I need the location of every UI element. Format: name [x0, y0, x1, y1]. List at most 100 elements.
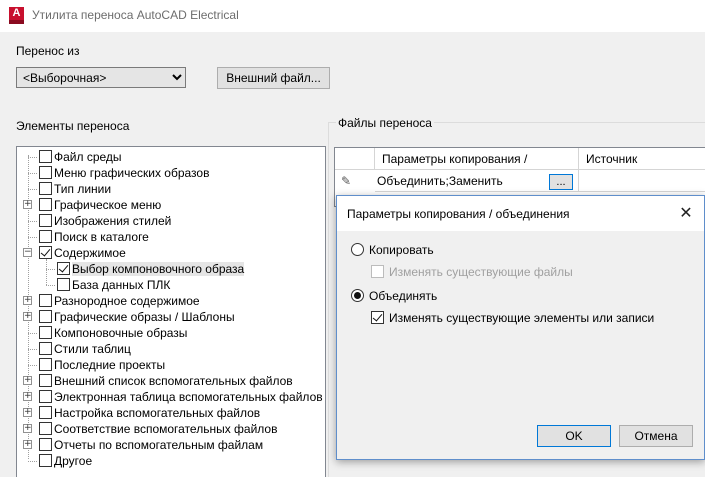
tree-item-checkbox[interactable]	[39, 182, 52, 195]
tree-item[interactable]: + Графические образы / Шаблоны	[17, 309, 317, 325]
transfer-files-label: Файлы переноса	[336, 116, 434, 130]
tree-item-checkbox[interactable]	[39, 438, 52, 451]
tree-connector	[28, 221, 37, 222]
copy-radio[interactable]	[351, 243, 364, 256]
change-existing-files-checkbox	[371, 265, 384, 278]
column-header-copy-params[interactable]: Параметры копирования /	[375, 148, 579, 170]
tree-item[interactable]: Поиск в каталоге	[17, 229, 317, 245]
tree-item-checkbox[interactable]	[39, 294, 52, 307]
tree-item[interactable]: + Графическое меню	[17, 197, 317, 213]
tree-item-label: Другое	[54, 454, 93, 468]
tree-connector	[28, 237, 37, 238]
expand-icon[interactable]: +	[23, 296, 32, 305]
tree-item[interactable]: Файл среды	[17, 149, 317, 165]
tree-connector	[28, 173, 37, 174]
expand-icon[interactable]: +	[23, 408, 32, 417]
ok-button[interactable]: OK	[537, 425, 611, 447]
tree-item[interactable]: Последние проекты	[17, 357, 317, 373]
expand-icon[interactable]: +	[23, 440, 32, 449]
expand-icon[interactable]: +	[23, 312, 32, 321]
tree-item[interactable]: Меню графических образов	[17, 165, 317, 181]
merge-radio-label: Объединять	[369, 289, 438, 303]
copy-params-cell[interactable]: Объединить;Заменить ...	[375, 170, 579, 192]
tree-item[interactable]: Стили таблиц	[17, 341, 317, 357]
tree-item-label: Внешний список вспомогательных файлов	[54, 374, 293, 388]
tree-item-checkbox[interactable]	[39, 246, 52, 259]
tree-item[interactable]: Выбор компоновочного образа	[17, 261, 317, 277]
cancel-button[interactable]: Отмена	[619, 425, 693, 447]
tree-item[interactable]: База данных ПЛК	[17, 277, 317, 293]
tree-item-checkbox[interactable]	[39, 230, 52, 243]
tree-connector	[28, 365, 37, 366]
tree-item-label: Меню графических образов	[54, 166, 210, 180]
tree-item[interactable]: Тип линии	[17, 181, 317, 197]
dialog-title-bar: Параметры копирования / объединения ✕	[337, 196, 704, 231]
tree-item-checkbox[interactable]	[39, 198, 52, 211]
transfer-from-select[interactable]: <Выборочная>	[16, 67, 186, 88]
dialog-title: Параметры копирования / объединения	[347, 207, 570, 221]
expand-icon[interactable]: +	[23, 376, 32, 385]
tree-item-label: Графические образы / Шаблоны	[54, 310, 235, 324]
tree-item-checkbox[interactable]	[39, 214, 52, 227]
tree-item[interactable]: + Электронная таблица вспомогательных фай…	[17, 389, 323, 405]
tree-item[interactable]: Компоновочные образы	[17, 325, 317, 341]
change-existing-elements-option[interactable]: Изменять существующие элементы или запис…	[371, 310, 671, 326]
change-existing-files-label: Изменять существующие файлы	[389, 265, 573, 279]
tree-item[interactable]: Изображения стилей	[17, 213, 317, 229]
expand-icon[interactable]: +	[23, 200, 32, 209]
tree-item-checkbox[interactable]	[39, 326, 52, 339]
copy-radio-label: Копировать	[369, 243, 434, 257]
tree-item-checkbox[interactable]	[39, 310, 52, 323]
tree-item[interactable]: + Соответствие вспомогательных файлов	[17, 421, 317, 437]
expand-icon[interactable]: +	[23, 424, 32, 433]
collapse-icon[interactable]: −	[23, 248, 32, 257]
tree-item-checkbox[interactable]	[57, 278, 70, 291]
tree-item-checkbox[interactable]	[57, 262, 70, 275]
column-header-source[interactable]: Источник	[579, 148, 705, 170]
expand-icon[interactable]: +	[23, 392, 32, 401]
tree-item-label: Стили таблиц	[54, 342, 131, 356]
autocad-app-icon: A	[9, 7, 24, 24]
copy-radio-option[interactable]: Копировать	[351, 242, 531, 258]
tree-item-checkbox[interactable]	[39, 374, 52, 387]
tree-item-label: Поиск в каталоге	[54, 230, 149, 244]
tree-item-label: Файл среды	[54, 150, 122, 164]
tree-connector	[46, 269, 55, 270]
copy-merge-options-dialog: Параметры копирования / объединения ✕ Ко…	[336, 195, 705, 460]
tree-item-checkbox[interactable]	[39, 358, 52, 371]
tree-item[interactable]: − Содержимое	[17, 245, 317, 261]
change-existing-elements-label: Изменять существующие элементы или запис…	[389, 311, 655, 325]
tree-item[interactable]: + Внешний список вспомогательных файлов	[17, 373, 317, 389]
tree-item[interactable]: + Настройка вспомогательных файлов	[17, 405, 317, 421]
edit-pencil-icon: ✎	[341, 174, 352, 188]
change-existing-elements-checkbox[interactable]	[371, 311, 384, 324]
close-icon[interactable]: ✕	[677, 204, 695, 222]
tree-item-checkbox[interactable]	[39, 422, 52, 435]
external-file-button[interactable]: Внешний файл...	[217, 67, 330, 89]
tree-item[interactable]: Другое	[17, 453, 317, 469]
tree-item[interactable]: + Отчеты по вспомогательным файлам	[17, 437, 317, 453]
tree-item-checkbox[interactable]	[39, 406, 52, 419]
transfer-elements-label: Элементы переноса	[16, 119, 130, 133]
tree-item-label: Разнородное содержимое	[54, 294, 200, 308]
tree-item-label: Содержимое	[54, 246, 126, 260]
tree-item-checkbox[interactable]	[39, 342, 52, 355]
tree-item-label: Тип линии	[54, 182, 112, 196]
merge-radio[interactable]	[351, 289, 364, 302]
merge-radio-option[interactable]: Объединять	[351, 288, 531, 304]
tree-item-label: Изображения стилей	[54, 214, 172, 228]
tree-item-checkbox[interactable]	[39, 150, 52, 163]
tree-item-checkbox[interactable]	[39, 166, 52, 179]
tree-item-checkbox[interactable]	[39, 390, 52, 403]
tree-item-label: Графическое меню	[54, 198, 162, 212]
tree-item-label: Последние проекты	[54, 358, 166, 372]
tree-connector	[46, 285, 55, 286]
tree-item-checkbox[interactable]	[39, 454, 52, 467]
tree-item[interactable]: + Разнородное содержимое	[17, 293, 317, 309]
copy-params-ellipsis-button[interactable]: ...	[549, 174, 573, 190]
transfer-from-label: Перенос из	[16, 44, 80, 58]
tree-item-label: Выбор компоновочного образа	[72, 262, 245, 276]
tree-item-label: Соответствие вспомогательных файлов	[54, 422, 278, 436]
transfer-elements-tree[interactable]: Файл среды Меню графических образов Тип ли…	[16, 146, 326, 477]
source-cell[interactable]	[579, 170, 705, 192]
